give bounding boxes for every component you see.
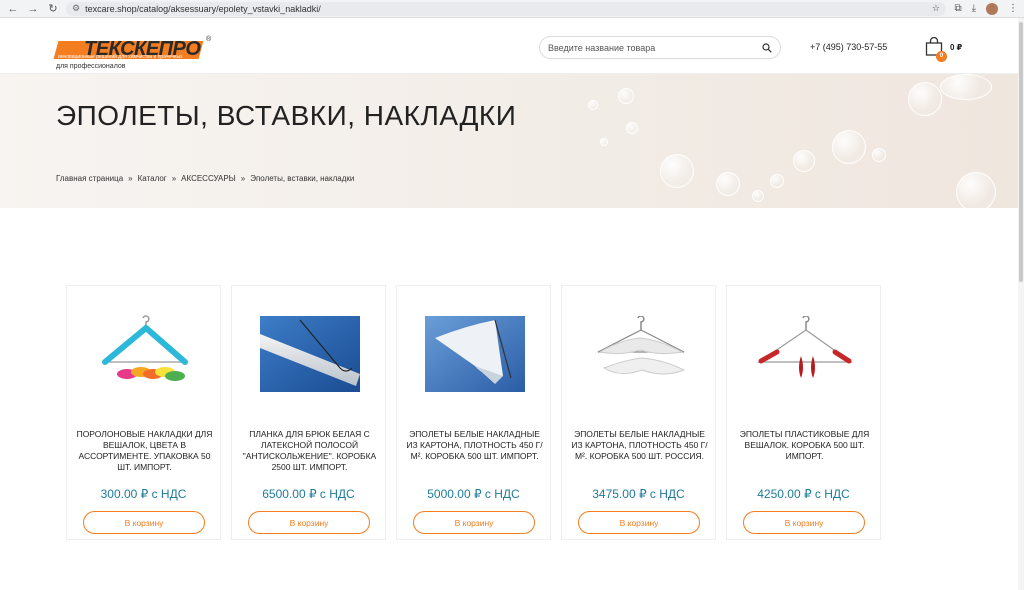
product-title[interactable]: ЭПОЛЕТЫ БЕЛЫЕ НАКЛАДНЫЕ ИЗ КАРТОНА, ПЛОТ… bbox=[405, 429, 544, 462]
scrollbar-thumb[interactable] bbox=[1019, 22, 1023, 282]
decorative-bubble bbox=[770, 174, 784, 188]
product-grid: ПОРОЛОНОВЫЕ НАКЛАДКИ ДЛЯ ВЕШАЛОК, ЦВЕТА … bbox=[66, 285, 881, 540]
product-image-cardboard-epaulettes-russia[interactable] bbox=[572, 304, 707, 404]
product-price: 300.00 ₽ с НДС bbox=[100, 487, 187, 501]
product-card[interactable]: ЭПОЛЕТЫ БЕЛЫЕ НАКЛАДНЫЕ ИЗ КАРТОНА, ПЛОТ… bbox=[396, 285, 551, 540]
add-to-cart-button[interactable]: В корзину bbox=[578, 511, 700, 534]
breadcrumb-catalog[interactable]: Каталог bbox=[138, 174, 167, 183]
decorative-bubble bbox=[872, 148, 886, 162]
page-scrollbar[interactable] bbox=[1018, 18, 1024, 590]
product-card[interactable]: ПЛАНКА ДЛЯ БРЮК БЕЛАЯ С ЛАТЕКСНОЙ ПОЛОСО… bbox=[231, 285, 386, 540]
search-input[interactable] bbox=[548, 42, 762, 53]
decorative-bubble bbox=[752, 190, 764, 202]
logo-registered-mark: ® bbox=[206, 36, 212, 43]
breadcrumb-home[interactable]: Главная страница bbox=[56, 174, 123, 183]
decorative-bubble bbox=[940, 74, 992, 100]
page-hero: ЭПОЛЕТЫ, ВСТАВКИ, НАКЛАДКИ Главная стран… bbox=[0, 74, 1024, 208]
cart-button[interactable]: 0 bbox=[925, 36, 947, 62]
site-settings-icon[interactable]: ⚙ bbox=[72, 3, 80, 14]
breadcrumb-current: Эполеты, вставки, накладки bbox=[250, 174, 355, 183]
address-bar[interactable]: ⚙ texcare.shop/catalog/aksessuary/epolet… bbox=[66, 1, 946, 16]
add-to-cart-button[interactable]: В корзину bbox=[248, 511, 370, 534]
product-title[interactable]: ЭПОЛЕТЫ БЕЛЫЕ НАКЛАДНЫЕ ИЗ КАРТОНА, ПЛОТ… bbox=[570, 429, 709, 462]
phone-number[interactable]: +7 (495) 730-57-55 bbox=[810, 42, 887, 52]
product-card[interactable]: ЭПОЛЕТЫ ПЛАСТИКОВЫЕ ДЛЯ ВЕШАЛОК. КОРОБКА… bbox=[726, 285, 881, 540]
product-price: 6500.00 ₽ с НДС bbox=[262, 487, 355, 501]
product-price: 3475.00 ₽ с НДС bbox=[592, 487, 685, 501]
logo-text: ТЕКСКЕПРО bbox=[84, 38, 201, 60]
page-title: ЭПОЛЕТЫ, ВСТАВКИ, НАКЛАДКИ bbox=[56, 100, 517, 131]
product-price: 4250.00 ₽ с НДС bbox=[757, 487, 850, 501]
product-card[interactable]: ПОРОЛОНОВЫЕ НАКЛАДКИ ДЛЯ ВЕШАЛОК, ЦВЕТА … bbox=[66, 285, 221, 540]
decorative-bubble bbox=[660, 154, 694, 188]
breadcrumb: Главная страница » Каталог » АКСЕССУАРЫ … bbox=[56, 174, 354, 183]
site-header: инновационные решений для химчистки и пр… bbox=[0, 18, 1024, 74]
logo-subtitle: для профессионалов bbox=[56, 63, 126, 70]
decorative-bubble bbox=[956, 172, 996, 208]
decorative-bubble bbox=[716, 172, 740, 196]
product-image-trouser-bar[interactable] bbox=[242, 304, 377, 404]
cart-total[interactable]: 0 ₽ bbox=[950, 43, 962, 52]
product-card[interactable]: ЭПОЛЕТЫ БЕЛЫЕ НАКЛАДНЫЕ ИЗ КАРТОНА, ПЛОТ… bbox=[561, 285, 716, 540]
product-title[interactable]: ЭПОЛЕТЫ ПЛАСТИКОВЫЕ ДЛЯ ВЕШАЛОК. КОРОБКА… bbox=[735, 429, 874, 462]
product-image-plastic-epaulettes[interactable] bbox=[737, 304, 872, 404]
product-image-foam-pads[interactable] bbox=[77, 304, 212, 404]
breadcrumb-accessories[interactable]: АКСЕССУАРЫ bbox=[181, 174, 236, 183]
product-price: 5000.00 ₽ с НДС bbox=[427, 487, 520, 501]
breadcrumb-separator: » bbox=[128, 174, 133, 183]
product-title[interactable]: ПЛАНКА ДЛЯ БРЮК БЕЛАЯ С ЛАТЕКСНОЙ ПОЛОСО… bbox=[240, 429, 379, 473]
product-title[interactable]: ПОРОЛОНОВЫЕ НАКЛАДКИ ДЛЯ ВЕШАЛОК, ЦВЕТА … bbox=[75, 429, 214, 473]
cart-count-badge: 0 bbox=[936, 51, 947, 62]
forward-icon[interactable]: → bbox=[26, 1, 40, 17]
decorative-bubble bbox=[600, 138, 608, 146]
breadcrumb-separator: » bbox=[240, 174, 246, 183]
extensions-icon[interactable]: ⧉ bbox=[954, 3, 961, 14]
search-icon[interactable] bbox=[762, 42, 772, 53]
decorative-bubble bbox=[908, 82, 942, 116]
add-to-cart-button[interactable]: В корзину bbox=[413, 511, 535, 534]
decorative-bubble bbox=[832, 130, 866, 164]
breadcrumb-separator: » bbox=[171, 174, 177, 183]
product-image-cardboard-epaulettes-import[interactable] bbox=[407, 304, 542, 404]
bookmark-star-icon[interactable]: ☆ bbox=[932, 3, 940, 14]
browser-menu-icon[interactable]: ⋮ bbox=[1008, 3, 1018, 14]
browser-toolbar: ← → ↻ ⚙ texcare.shop/catalog/aksessuary/… bbox=[0, 0, 1024, 18]
reload-icon[interactable]: ↻ bbox=[46, 1, 60, 17]
decorative-bubble bbox=[793, 150, 815, 172]
download-icon[interactable]: ⤓ bbox=[972, 3, 976, 14]
decorative-bubble bbox=[618, 88, 634, 104]
decorative-bubble bbox=[588, 100, 598, 110]
add-to-cart-button[interactable]: В корзину bbox=[83, 511, 205, 534]
url-text: texcare.shop/catalog/aksessuary/epolety_… bbox=[85, 3, 321, 14]
search-box bbox=[539, 36, 781, 59]
back-icon[interactable]: ← bbox=[6, 1, 20, 17]
add-to-cart-button[interactable]: В корзину bbox=[743, 511, 865, 534]
profile-avatar[interactable] bbox=[986, 2, 998, 15]
decorative-bubble bbox=[626, 122, 638, 134]
